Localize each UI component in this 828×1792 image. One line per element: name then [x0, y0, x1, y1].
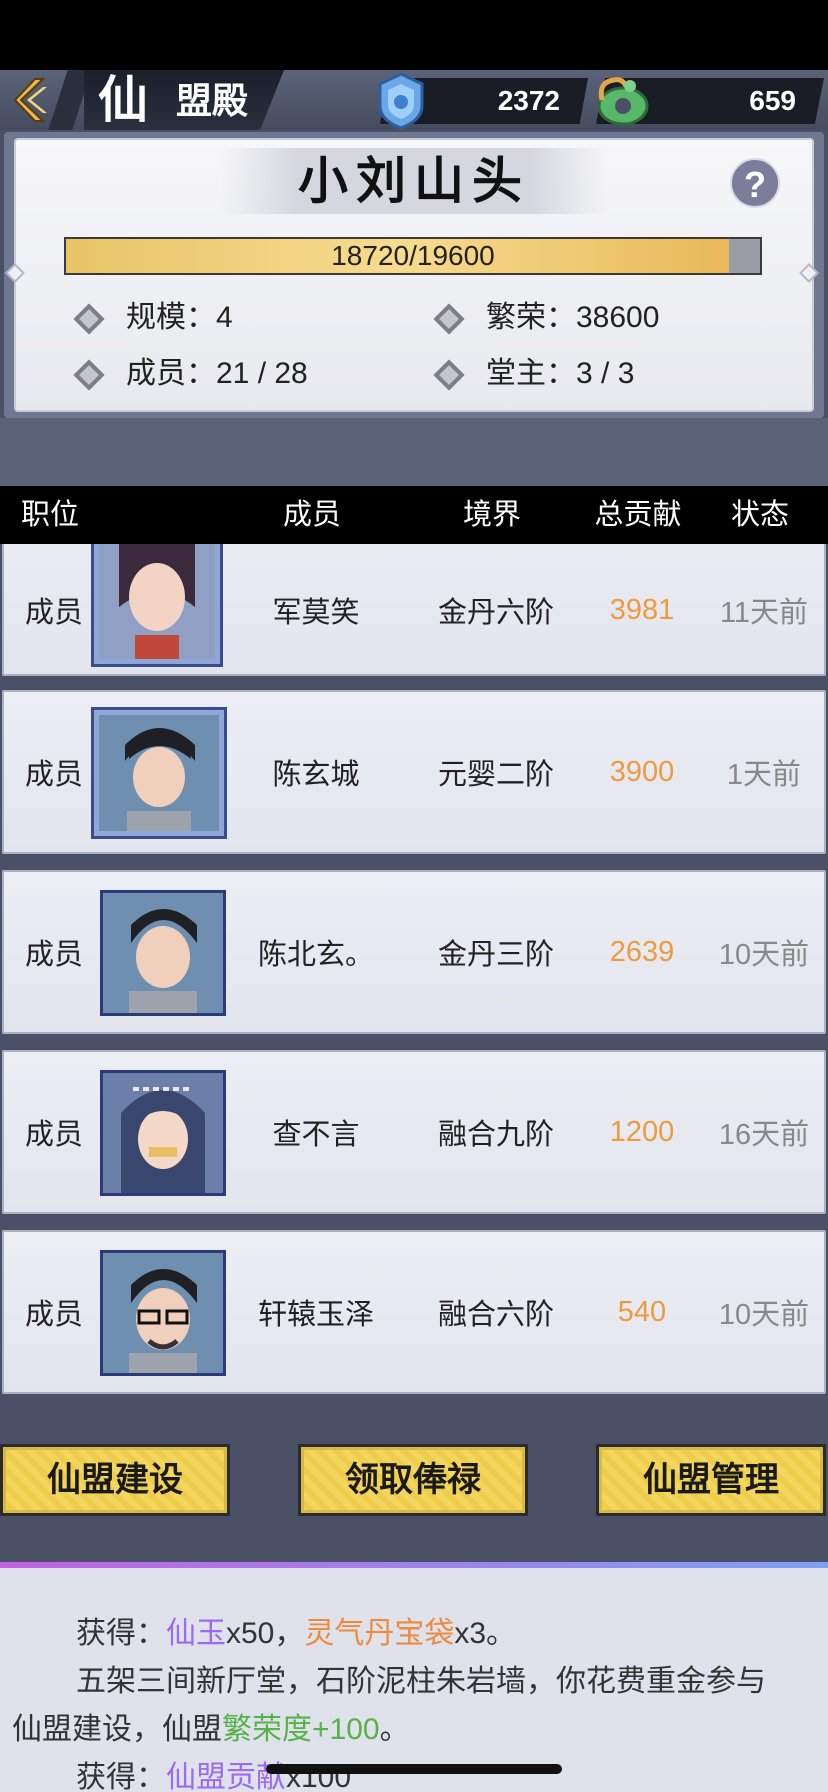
avatar[interactable] [94, 544, 220, 664]
glasses-man-portrait-icon [103, 1253, 223, 1373]
male-portrait-icon [103, 893, 223, 1013]
table-row[interactable]: 成员 军莫笑 金丹六阶 3981 11天前 [2, 544, 826, 676]
prosperity-stat: 繁荣：38600 [486, 301, 660, 334]
log-prosperity-gain: 繁荣度+100 [222, 1713, 380, 1746]
header-member: 成员 [282, 499, 341, 531]
male-portrait-icon [99, 715, 219, 831]
row-position: 成员 [24, 1299, 83, 1331]
row-member-name: 查不言 [272, 1119, 360, 1151]
log-item-jade: 仙玉 [166, 1617, 226, 1650]
row-realm: 融合九阶 [437, 1119, 554, 1151]
row-contribution: 3900 [609, 755, 675, 788]
progress-text: 18720/19600 [331, 240, 495, 271]
log-text: 。 [379, 1713, 410, 1746]
table-row[interactable]: 成员 陈北玄。 金丹三阶 2639 10天前 [2, 870, 826, 1034]
row-contribution: 1200 [609, 1115, 675, 1148]
table-row[interactable]: 成员 查不言 融合九阶 1200 16天前 [2, 1050, 826, 1214]
row-contribution: 3981 [609, 593, 675, 626]
row-realm: 金丹六阶 [437, 597, 554, 629]
home-indicator[interactable] [266, 1764, 562, 1774]
table-row[interactable]: 成员 轩辕玉泽 融合六阶 540 10天前 [2, 1230, 826, 1394]
members-stat: 成员：21 / 28 [126, 357, 308, 390]
female-portrait-icon [99, 544, 215, 659]
female-portrait-icon [103, 1073, 223, 1193]
row-status: 16天前 [718, 1119, 810, 1151]
status-bar [0, 0, 828, 70]
alliance-name: 小刘山头 [298, 151, 530, 210]
help-button[interactable]: ? [730, 158, 780, 208]
row-member-name: 陈北玄。 [257, 939, 374, 971]
row-realm: 元婴二阶 [437, 759, 554, 791]
decorative-band [0, 418, 828, 486]
row-status: 1天前 [726, 759, 802, 791]
log-text: x3。 [454, 1617, 517, 1650]
log-line-build: 仙盟建设，仙盟繁荣度+100。 [12, 1708, 410, 1752]
avatar[interactable] [100, 890, 226, 1016]
member-list[interactable]: 成员 军莫笑 金丹六阶 3981 11天前 成员 陈玄城 元婴二阶 3900 1… [0, 544, 828, 1406]
table-row[interactable]: 成员 陈玄城 元婴二阶 3900 1天前 [2, 690, 826, 854]
row-position: 成员 [24, 597, 83, 629]
back-button[interactable] [8, 72, 54, 128]
prosperity-progress-bar: 18720/19600 [64, 237, 762, 275]
jade-dragon-icon [597, 77, 649, 126]
chevron-left-icon [13, 78, 47, 122]
log-line-reward-2: 获得：仙盟贡献x100 [76, 1756, 351, 1792]
row-realm: 融合六阶 [437, 1299, 554, 1331]
scale-stat: 规模：4 [126, 301, 233, 334]
log-line-reward: 获得：仙玉x50，灵气丹宝袋x3。 [76, 1612, 516, 1656]
log-item-pill-bag: 灵气丹宝袋 [304, 1617, 455, 1650]
avatar[interactable] [100, 1070, 226, 1196]
hall-master-stat: 堂主：3 / 3 [486, 357, 635, 390]
log-text: 获得： [76, 1617, 166, 1650]
header-realm: 境界 [462, 499, 521, 531]
avatar[interactable] [100, 1250, 226, 1376]
row-contribution: 540 [617, 1295, 667, 1328]
row-member-name: 轩辕玉泽 [257, 1299, 374, 1331]
row-status: 11天前 [719, 597, 809, 629]
log-text: 获得： [76, 1761, 166, 1792]
avatar[interactable] [94, 710, 224, 836]
row-position: 成员 [24, 939, 83, 971]
row-member-name: 陈玄城 [272, 759, 360, 791]
row-position: 成员 [24, 1119, 83, 1151]
claim-salary-button[interactable]: 领取俸禄 [298, 1444, 528, 1516]
row-status: 10天前 [718, 939, 810, 971]
log-line-story: 五架三间新厅堂，石阶泥柱朱岩墙，你花费重金参与 [76, 1665, 766, 1698]
row-member-name: 军莫笑 [272, 597, 360, 629]
row-contribution: 2639 [609, 935, 675, 968]
header-position: 职位 [20, 499, 79, 531]
row-position: 成员 [24, 759, 83, 791]
member-table-header: 职位 成员 境界 总贡献 状态 [0, 486, 828, 544]
header-contribution: 总贡献 [594, 499, 682, 531]
row-realm: 金丹三阶 [437, 939, 554, 971]
alliance-manage-button[interactable]: 仙盟管理 [596, 1444, 826, 1516]
log-text: x50， [226, 1617, 305, 1650]
alliance-build-button[interactable]: 仙盟建设 [0, 1444, 230, 1516]
event-log-panel[interactable]: 获得：仙玉x50，灵气丹宝袋x3。 五架三间新厅堂，石阶泥柱朱岩墙，你花费重金参… [0, 1568, 828, 1792]
log-text: 仙盟建设，仙盟 [12, 1713, 222, 1746]
row-status: 10天前 [718, 1299, 810, 1331]
page-title-sub: 盟殿 [176, 80, 249, 121]
jade-badge-icon [378, 72, 424, 130]
page-title-main: 仙 [98, 70, 148, 129]
header-status: 状态 [730, 499, 789, 531]
